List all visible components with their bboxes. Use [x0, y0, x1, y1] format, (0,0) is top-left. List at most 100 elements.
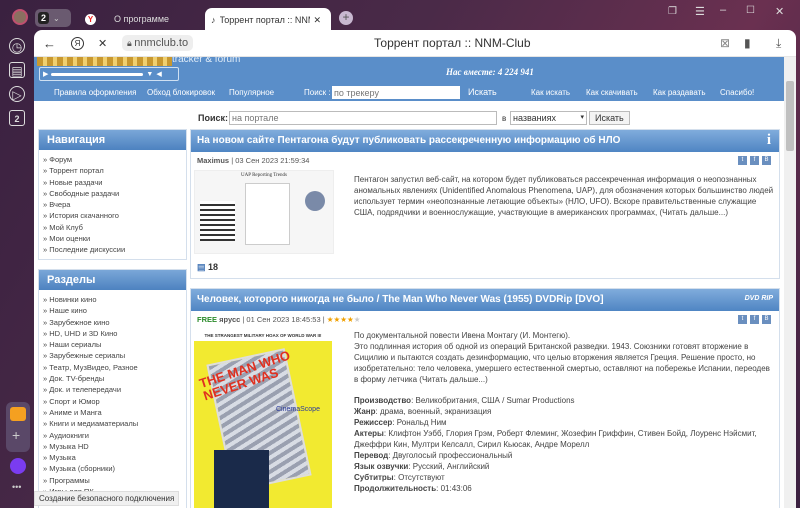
section-item[interactable]: » HD, UHD и 3D Кино	[43, 328, 182, 339]
menu-icon[interactable]: ☰	[695, 5, 705, 18]
yandex-button[interactable]: Я	[71, 36, 84, 50]
tabs-icon[interactable]: ▤	[9, 62, 25, 78]
navigation-item[interactable]: » Новые раздачи	[43, 177, 182, 188]
section-item[interactable]: » Наши сериалы	[43, 339, 182, 350]
nav-rules[interactable]: Правила оформления	[54, 88, 136, 97]
detail-row: Продолжительность: 01:43:06	[354, 483, 774, 494]
tracker-search-button[interactable]: Искать	[468, 87, 497, 97]
volume-slider[interactable]	[51, 72, 144, 76]
author[interactable]: Maximus	[197, 156, 229, 165]
profile-avatar[interactable]	[12, 9, 28, 25]
share-buttons: tfB	[738, 156, 771, 165]
section-item[interactable]: » Программы	[43, 475, 182, 486]
section-item[interactable]: » Новинки кино	[43, 294, 182, 305]
nav-how-search[interactable]: Как искать	[531, 88, 570, 97]
article-title[interactable]: На новом сайте Пентагона будут публикова…	[191, 130, 779, 152]
star-icon[interactable]: ★	[347, 315, 354, 324]
add-icon[interactable]: +	[12, 427, 20, 443]
section-item[interactable]: » Аниме и Манга	[43, 407, 182, 418]
bookmark-icon[interactable]: ▮	[744, 36, 751, 50]
maximize-button[interactable]: ☐	[746, 5, 755, 16]
navigation-item[interactable]: » Форум	[43, 154, 182, 165]
rating-stars[interactable]: ★★★★★	[327, 315, 361, 324]
download-icon[interactable]: ⤓	[776, 36, 781, 51]
section-item[interactable]: » Зарубежные сериалы	[43, 350, 182, 361]
navigation-item[interactable]: » Торрент портал	[43, 165, 182, 176]
star-icon[interactable]: ★	[354, 315, 361, 324]
star-icon[interactable]: ★	[340, 315, 347, 324]
nav-how-download[interactable]: Как скачивать	[586, 88, 638, 97]
section-item[interactable]: » Аудиокниги	[43, 430, 182, 441]
portal-search-button[interactable]: Искать	[589, 111, 630, 125]
search-in-label: в	[502, 114, 507, 123]
read-more-link[interactable]: Читать дальше...	[422, 375, 485, 384]
scrollbar[interactable]	[784, 57, 796, 508]
yandex-icon: Y	[85, 13, 96, 25]
detail-row: Субтитры: Отсутствуют	[354, 472, 774, 483]
vk-icon[interactable]: B	[762, 156, 771, 165]
new-tab-button[interactable]: +	[339, 11, 353, 25]
article-meta: FREE ярусс | 01 Сен 2023 18:45:53 | ★★★★…	[197, 315, 361, 324]
nav-how-seed[interactable]: Как раздавать	[653, 88, 706, 97]
twitter-icon[interactable]: t	[738, 156, 747, 165]
collections-icon[interactable]: ❐	[668, 6, 677, 17]
nav-bypass[interactable]: Обход блокировок	[147, 88, 215, 97]
facebook-icon[interactable]: f	[750, 315, 759, 324]
article-image[interactable]: UAP Reporting Trends	[194, 170, 334, 254]
section-item[interactable]: » Книги и медиаматериалы	[43, 418, 182, 429]
navigation-item[interactable]: » История скачанного	[43, 210, 182, 221]
poster-brand: CinemaScope	[276, 406, 320, 413]
navigation-item[interactable]: » Свободные раздачи	[43, 188, 182, 199]
section-item[interactable]: » Театр, МузВидео, Разное	[43, 362, 182, 373]
minimize-button[interactable]: –	[720, 4, 726, 16]
dropdown-icon[interactable]: ▼	[146, 71, 153, 78]
search-scope-select[interactable]: названиях ▾	[510, 111, 587, 125]
section-item[interactable]: » Док. и телепередачи	[43, 384, 182, 395]
article-title[interactable]: Человек, которого никогда не было / The …	[191, 289, 779, 311]
mail-icon[interactable]	[10, 407, 26, 421]
section-item[interactable]: » Музыка HD	[43, 441, 182, 452]
comment-count[interactable]: ▤ 18	[197, 262, 218, 273]
navigation-item[interactable]: » Вчера	[43, 199, 182, 210]
alice-icon[interactable]	[10, 458, 26, 474]
stop-button[interactable]: ✕	[98, 37, 107, 50]
tab-about[interactable]: Y О программе	[85, 8, 200, 30]
no-image-icon[interactable]: ⊠	[720, 36, 730, 50]
nav-thanks[interactable]: Спасибо!	[720, 88, 754, 97]
vk-icon[interactable]: B	[762, 315, 771, 324]
movie-poster[interactable]: THE STRANGEST MILITARY HOAX OF WORLD WAR…	[194, 330, 332, 508]
twitter-icon[interactable]: t	[738, 315, 747, 324]
tracker-search-input[interactable]	[332, 86, 460, 99]
nav-popular[interactable]: Популярное	[229, 88, 274, 97]
section-item[interactable]: » Спорт и Юмор	[43, 396, 182, 407]
close-tab-icon[interactable]: ✕	[314, 15, 322, 26]
chevron-down-icon: ⌄	[53, 13, 60, 23]
speaker-icon[interactable]: ◀	[156, 70, 161, 78]
tab-active[interactable]: ♪ Торрент портал :: NNM ✕	[205, 8, 331, 32]
navigation-item[interactable]: » Последние дискуссии	[43, 244, 182, 255]
radio-player[interactable]: ▶ ▼ ◀	[39, 67, 179, 81]
section-item[interactable]: » Док. TV-бренды	[43, 373, 182, 384]
portal-search-input[interactable]	[229, 111, 497, 125]
facebook-icon[interactable]: f	[750, 156, 759, 165]
section-item[interactable]: » Наше кино	[43, 305, 182, 316]
info-icon[interactable]: i	[767, 132, 771, 149]
scroll-thumb[interactable]	[786, 81, 794, 151]
section-item[interactable]: » Музыка	[43, 452, 182, 463]
url-field[interactable]: 🔒︎ nnmclub.to	[122, 35, 194, 51]
tab-count-icon[interactable]: 2	[9, 110, 25, 126]
back-button[interactable]: ←	[43, 36, 56, 51]
history-icon[interactable]: ◷	[9, 38, 25, 54]
close-window-button[interactable]: ✕	[775, 5, 784, 18]
navigation-item[interactable]: » Мой Клуб	[43, 222, 182, 233]
read-more-link[interactable]: Читать дальше...	[662, 208, 725, 217]
tab-group-button[interactable]: 2 ⌄	[35, 9, 71, 27]
play-icon[interactable]: ▷	[9, 86, 25, 102]
more-icon[interactable]: •••	[12, 482, 21, 492]
author[interactable]: ярусс	[219, 315, 240, 324]
navigation-item[interactable]: » Мои оценки	[43, 233, 182, 244]
section-item[interactable]: » Музыка (сборники)	[43, 463, 182, 474]
poster-tagline: THE STRANGEST MILITARY HOAX OF WORLD WAR…	[194, 330, 332, 341]
section-item[interactable]: » Зарубежное кино	[43, 317, 182, 328]
play-icon[interactable]: ▶	[43, 70, 48, 78]
